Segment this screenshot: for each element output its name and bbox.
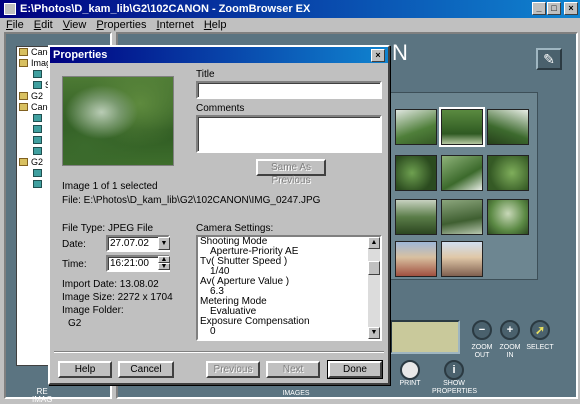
app-icon: [4, 3, 16, 15]
menu-properties[interactable]: Properties: [96, 19, 146, 31]
image-folder-value: G2: [68, 318, 82, 329]
selection-info: Image 1 of 1 selected: [62, 181, 158, 192]
show-properties-icon[interactable]: i: [444, 360, 464, 380]
maximize-button[interactable]: □: [547, 2, 561, 15]
thumbnail[interactable]: [395, 241, 437, 277]
date-label: Date:: [62, 239, 86, 250]
scrollbar-thumb[interactable]: [368, 261, 380, 275]
next-button[interactable]: Next: [266, 361, 320, 378]
menu-file[interactable]: File: [6, 19, 24, 31]
print-label: PRINT: [399, 380, 421, 387]
folder-icon: [33, 147, 42, 155]
comments-label: Comments: [196, 103, 245, 114]
time-down-arrow-icon[interactable]: ▼: [158, 263, 170, 270]
file-type-label: File Type:: [62, 223, 106, 234]
thumbnail[interactable]: [395, 155, 437, 191]
help-button[interactable]: Help: [58, 361, 112, 378]
vertical-scrollbar[interactable]: ▲ ▼: [368, 237, 380, 339]
thumbnail[interactable]: [441, 199, 483, 235]
menu-bar: File Edit View Properties Internet Help: [0, 18, 580, 32]
window-title: E:\Photos\D_kam_lib\G2\102CANON - ZoomBr…: [20, 3, 311, 15]
date-dropdown-arrow-icon[interactable]: ▼: [158, 237, 170, 250]
folder-icon: [19, 92, 28, 100]
camera-settings-label: Camera Settings:: [196, 223, 274, 234]
file-type-value: JPEG File: [108, 223, 154, 234]
show-properties-label: SHOW PROPERTIES: [432, 380, 477, 395]
thumbnail-selected[interactable]: [439, 107, 485, 147]
previous-button[interactable]: Previous: [206, 361, 260, 378]
close-button[interactable]: ×: [564, 2, 578, 15]
zoom-in-button[interactable]: +: [500, 320, 520, 340]
menu-view[interactable]: View: [63, 19, 87, 31]
edit-icon[interactable]: ✎: [536, 48, 562, 70]
folder-icon: [19, 59, 28, 67]
menu-edit[interactable]: Edit: [34, 19, 53, 31]
thumbnail[interactable]: [395, 199, 437, 235]
thumbnail[interactable]: [395, 109, 437, 145]
menu-help[interactable]: Help: [204, 19, 227, 31]
menu-internet[interactable]: Internet: [157, 19, 194, 31]
list-item: 0: [210, 326, 216, 337]
window-controls: _ □ ×: [532, 2, 578, 15]
select-arrow-icon[interactable]: ➚: [530, 320, 550, 340]
window-title-bar[interactable]: E:\Photos\D_kam_lib\G2\102CANON - ZoomBr…: [0, 0, 580, 18]
camera-settings-list[interactable]: Shooting Mode Aperture-Priority AE Tv( S…: [196, 235, 382, 341]
title-input[interactable]: [196, 81, 382, 99]
images-label-fragment: IMAGES: [282, 390, 310, 397]
image-preview: [62, 76, 174, 166]
time-label: Time:: [62, 259, 87, 270]
thumbnail[interactable]: [441, 155, 483, 191]
dialog-close-button[interactable]: ×: [371, 49, 385, 62]
dialog-title: Properties: [53, 49, 108, 61]
thumbnail[interactable]: [487, 109, 529, 145]
list-item: Av( Aperture Value ): [200, 276, 290, 287]
scroll-up-arrow-icon[interactable]: ▲: [368, 237, 380, 249]
folder-icon: [19, 48, 28, 56]
zoom-out-button[interactable]: −: [472, 320, 492, 340]
folder-icon: [33, 81, 42, 89]
cancel-button[interactable]: Cancel: [118, 361, 174, 378]
thumbnail[interactable]: [441, 241, 483, 277]
zoom-level-display: [390, 320, 460, 354]
thumbnail[interactable]: [487, 155, 529, 191]
separator: [54, 351, 384, 353]
minimize-button[interactable]: _: [532, 2, 546, 15]
thumbnail[interactable]: [487, 199, 529, 235]
file-path: File: E:\Photos\D_kam_lib\G2\102CANON\IM…: [62, 195, 321, 206]
time-up-arrow-icon[interactable]: ▲: [158, 256, 170, 263]
folder-icon: [19, 158, 28, 166]
image-folder-label: Image Folder:: [62, 305, 124, 316]
properties-dialog: Properties × Title Comments Same As Prev…: [48, 45, 390, 385]
folder-icon: [33, 180, 42, 188]
same-as-previous-button[interactable]: Same As Previous: [256, 159, 326, 186]
comments-textarea[interactable]: [196, 115, 382, 153]
folder-icon: [33, 70, 42, 78]
image-size: Image Size: 2272 x 1704: [62, 292, 173, 303]
folder-icon: [33, 114, 42, 122]
title-label: Title: [196, 69, 215, 80]
folder-icon: [33, 125, 42, 133]
thumbnail-panel: [390, 92, 538, 280]
import-date: Import Date: 13.08.02: [62, 279, 159, 290]
print-icon[interactable]: [400, 360, 420, 380]
header-title-fragment: N: [392, 40, 408, 65]
remove-images-label[interactable]: RE IMAG: [32, 388, 52, 404]
scroll-down-arrow-icon[interactable]: ▼: [368, 327, 380, 339]
folder-icon: [19, 103, 28, 111]
dialog-title-bar[interactable]: Properties ×: [50, 47, 388, 63]
select-label: SELECT: [526, 344, 554, 351]
done-button[interactable]: Done: [328, 361, 382, 378]
folder-icon: [33, 169, 42, 177]
list-item: Exposure Compensation: [200, 316, 310, 327]
folder-icon: [33, 136, 42, 144]
